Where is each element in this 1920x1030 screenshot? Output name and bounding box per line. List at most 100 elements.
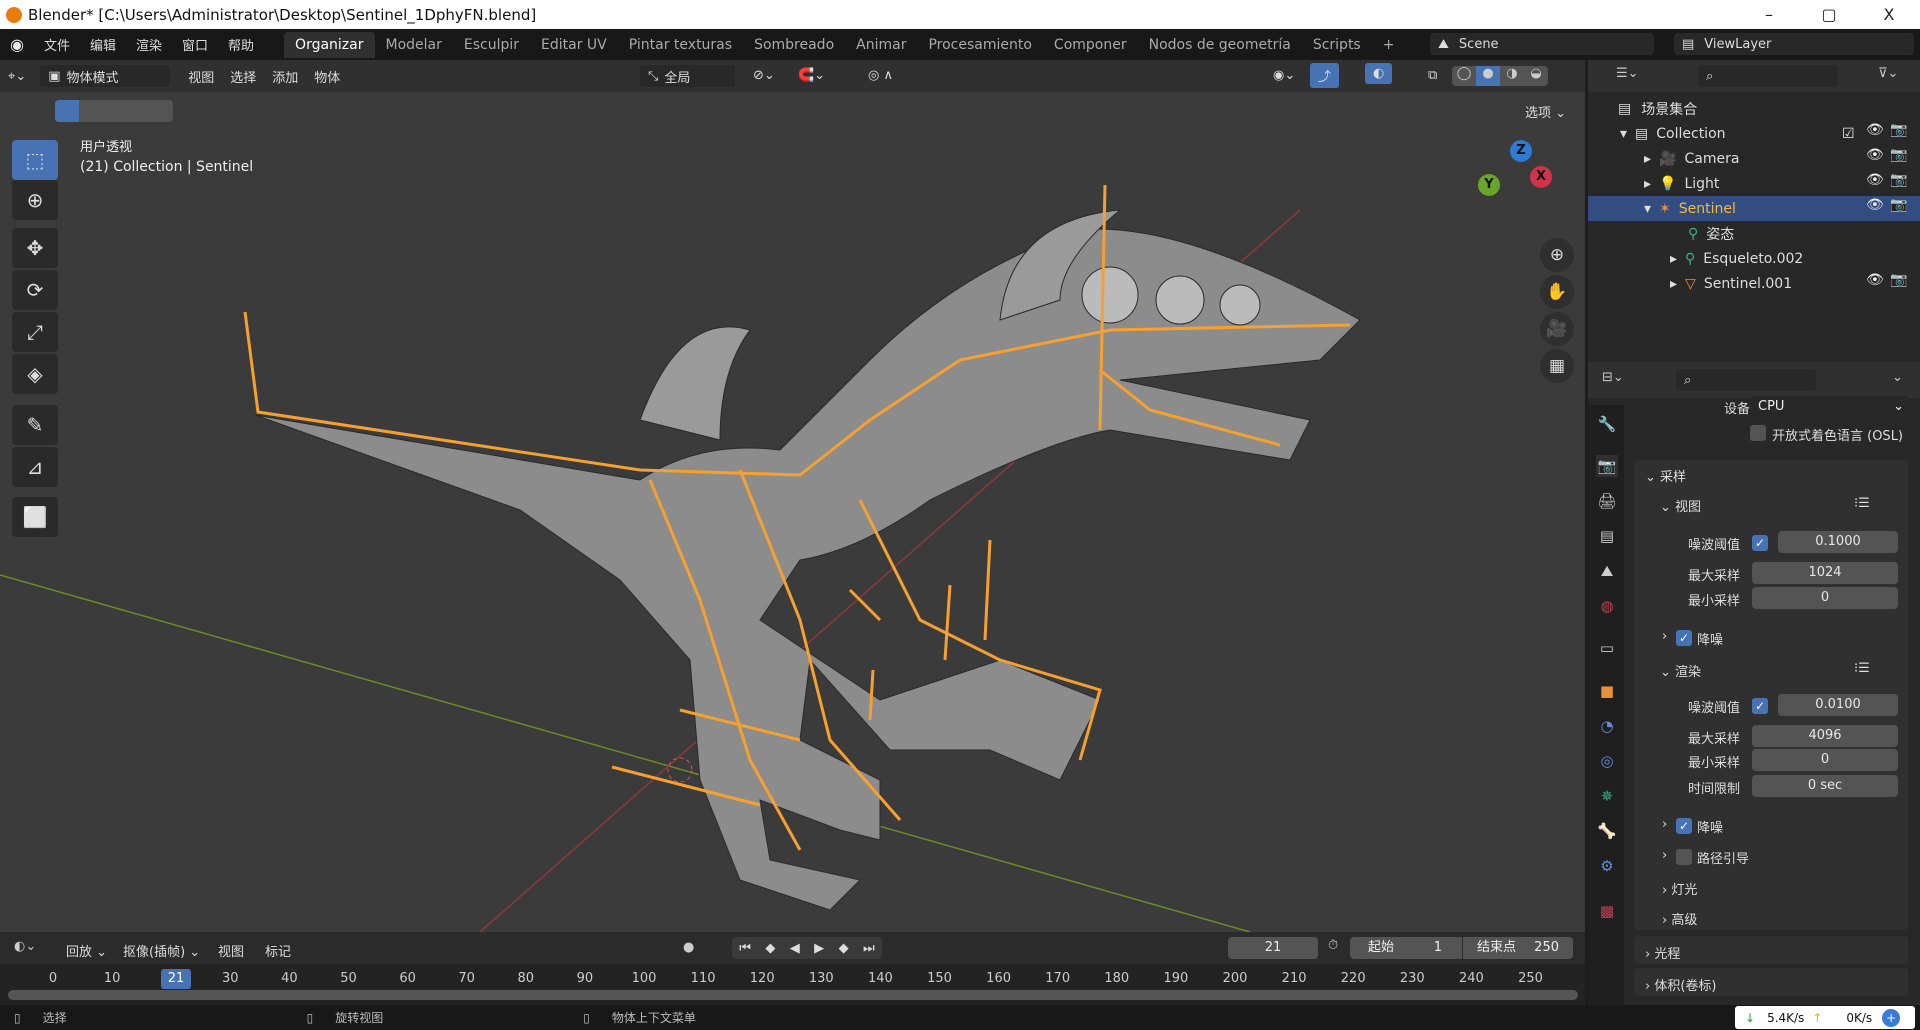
outliner-scene-collection[interactable]: ▤ 场景集合 [1588, 96, 1920, 121]
tab-animar[interactable]: Animar [845, 32, 917, 58]
tab-esculpir[interactable]: Esculpir [453, 32, 530, 58]
vp-noise-threshold-field[interactable]: 0.1000 [1778, 531, 1898, 553]
expand-arrow-icon[interactable]: ▸ [1644, 176, 1651, 192]
render-camera-icon[interactable]: 📷 [1890, 147, 1907, 163]
current-frame-field[interactable]: 21 [1228, 937, 1318, 959]
render-subpanel-header[interactable]: ⌄ 渲染 [1660, 661, 1701, 680]
solid-shading-icon[interactable]: ● [1476, 66, 1500, 86]
view-menu[interactable]: 视图 [210, 938, 252, 963]
tab-scripts[interactable]: Scripts [1302, 32, 1372, 58]
osl-checkbox[interactable] [1750, 425, 1766, 441]
start-frame-field[interactable]: 起始 1 [1350, 937, 1462, 959]
path-guiding-header[interactable]: › [1662, 848, 1667, 863]
menu-object[interactable]: 物体 [306, 64, 348, 89]
eye-icon[interactable]: 👁 [1866, 272, 1884, 288]
annotate-tool[interactable]: ✎ [12, 405, 58, 445]
visibility-icon[interactable]: ◉⌄ [1265, 65, 1303, 86]
wireframe-shading-icon[interactable]: ◯ [1452, 66, 1476, 86]
eye-icon[interactable]: 👁 [1866, 147, 1884, 163]
transform-tool[interactable]: ◈ [12, 354, 58, 394]
maximize-button[interactable]: ▢ [1806, 0, 1852, 29]
3d-viewport[interactable]: 用户透视 (21) Collection | Sentinel ⬚ ⊕ ✥ ⟳ … [0, 60, 1585, 932]
object-tab-icon[interactable]: ■ [1596, 680, 1618, 702]
device-dropdown[interactable]: CPU ⌄ [1752, 396, 1908, 418]
path-guiding-checkbox[interactable] [1676, 849, 1692, 865]
r-time-limit-field[interactable]: 0 sec [1752, 775, 1898, 797]
stopwatch-icon[interactable]: ⏱ [1328, 938, 1338, 953]
overlay-toggle-icon[interactable]: ◐ [1365, 63, 1393, 84]
mode-selector[interactable]: ▣ 物体模式 [40, 65, 171, 87]
physics-tab-icon[interactable]: ◔ [1596, 715, 1618, 737]
editor-type-icon[interactable]: ◐⌄ [14, 939, 36, 954]
gizmo-y-axis[interactable]: Y [1478, 174, 1500, 196]
view-layer-selector[interactable]: ▤ ViewLayer [1674, 33, 1914, 55]
options-chevron-icon[interactable]: ⌄ [1892, 370, 1903, 385]
end-frame-field[interactable]: 结束点 250 [1463, 937, 1573, 959]
tool-tab-icon[interactable]: 🔧 [1596, 413, 1618, 435]
add-workspace-button[interactable]: + [1372, 32, 1406, 58]
exclude-checkbox[interactable]: ☑ [1842, 126, 1855, 142]
editor-type-button[interactable]: ⌖⌄ [0, 66, 34, 87]
timeline-scrollbar[interactable] [8, 990, 1578, 1000]
sampling-header[interactable]: ⌄ 采样 [1645, 466, 1686, 485]
scene-tab-icon[interactable]: ⛰ [1596, 560, 1618, 582]
display-mode-icon[interactable]: ☰⌄ [1616, 66, 1639, 81]
r-max-samples-field[interactable]: 4096 [1752, 725, 1898, 747]
tab-editar-uv[interactable]: Editar UV [530, 32, 618, 58]
menu-file[interactable]: 文件 [34, 35, 80, 54]
outliner-search-input[interactable]: ⌕ [1698, 65, 1838, 87]
move-tool[interactable]: ✥ [12, 228, 58, 268]
vp-denoise-checkbox[interactable]: ✓ [1676, 630, 1692, 646]
render-camera-icon[interactable]: 📷 [1890, 197, 1907, 213]
material-shading-icon[interactable]: ◑ [1500, 66, 1524, 86]
vp-min-samples-field[interactable]: 0 [1752, 587, 1898, 609]
options-dropdown[interactable]: 选项 ⌄ [1525, 102, 1566, 121]
scene-selector[interactable]: ⛰ Scene [1430, 33, 1654, 55]
select-mode-buttons[interactable] [55, 100, 173, 122]
rendered-shading-icon[interactable]: ◒ [1524, 66, 1548, 86]
select-box-tool[interactable]: ⬚ [12, 140, 58, 180]
r-denoise-checkbox[interactable]: ✓ [1676, 818, 1692, 834]
eye-icon[interactable]: 👁 [1866, 172, 1884, 188]
blender-menu-icon[interactable]: ◉ [0, 35, 34, 54]
r-noise-threshold-checkbox[interactable]: ✓ [1752, 698, 1768, 714]
tab-organizar[interactable]: Organizar [284, 31, 375, 58]
eye-icon[interactable]: 👁 [1866, 122, 1884, 138]
menu-window[interactable]: 窗口 [172, 35, 218, 54]
properties-search-input[interactable]: ⌕ [1676, 369, 1816, 391]
snap-icon[interactable]: 🧲⌄ [790, 65, 833, 86]
bone-constraint-tab-icon[interactable]: ⚙ [1596, 855, 1618, 877]
pivot-icon[interactable]: ⊘⌄ [745, 65, 783, 86]
gizmo-z-axis[interactable]: Z [1510, 140, 1532, 162]
next-keyframe-icon[interactable]: ◆ [839, 941, 849, 956]
vp-max-samples-field[interactable]: 1024 [1752, 562, 1898, 584]
menu-edit[interactable]: 编辑 [80, 35, 126, 54]
jump-start-icon[interactable]: ⏮ [739, 941, 751, 956]
presets-icon[interactable]: ⁝☰ [1854, 496, 1870, 511]
camera-view-button[interactable]: 🎥 [1540, 312, 1574, 346]
presets-icon[interactable]: ⁝☰ [1854, 661, 1870, 676]
r-denoise-header[interactable]: › [1662, 817, 1667, 832]
r-min-samples-field[interactable]: 0 [1752, 749, 1898, 771]
menu-render[interactable]: 渲染 [126, 35, 172, 54]
advanced-header[interactable]: › 高级 [1662, 909, 1697, 928]
constraints-tab-icon[interactable]: ◎ [1596, 750, 1618, 772]
menu-select[interactable]: 选择 [222, 64, 264, 89]
lights-header[interactable]: › 灯光 [1662, 879, 1697, 898]
expand-arrow-icon[interactable]: ▾ [1644, 201, 1651, 217]
rotate-tool[interactable]: ⟳ [12, 270, 58, 310]
tab-sombreado[interactable]: Sombreado [743, 32, 845, 58]
menu-help[interactable]: 帮助 [218, 35, 264, 54]
volumes-header[interactable]: › 体积(卷标) [1645, 975, 1717, 994]
auto-keying-icon[interactable]: ● [683, 940, 694, 955]
render-camera-icon[interactable]: 📷 [1890, 172, 1907, 188]
texture-tab-icon[interactable]: ▩ [1596, 900, 1618, 922]
tab-modelar[interactable]: Modelar [375, 32, 453, 58]
gizmo-x-axis[interactable]: X [1530, 166, 1552, 188]
render-camera-icon[interactable]: 📷 [1890, 272, 1907, 288]
filter-icon[interactable]: ⊽⌄ [1878, 66, 1898, 81]
playback-menu[interactable]: 回放 ⌄ [58, 938, 115, 963]
vp-noise-threshold-checkbox[interactable]: ✓ [1752, 535, 1768, 551]
play-icon[interactable]: ▶ [814, 941, 824, 956]
ortho-toggle-button[interactable]: ▦ [1540, 349, 1574, 383]
